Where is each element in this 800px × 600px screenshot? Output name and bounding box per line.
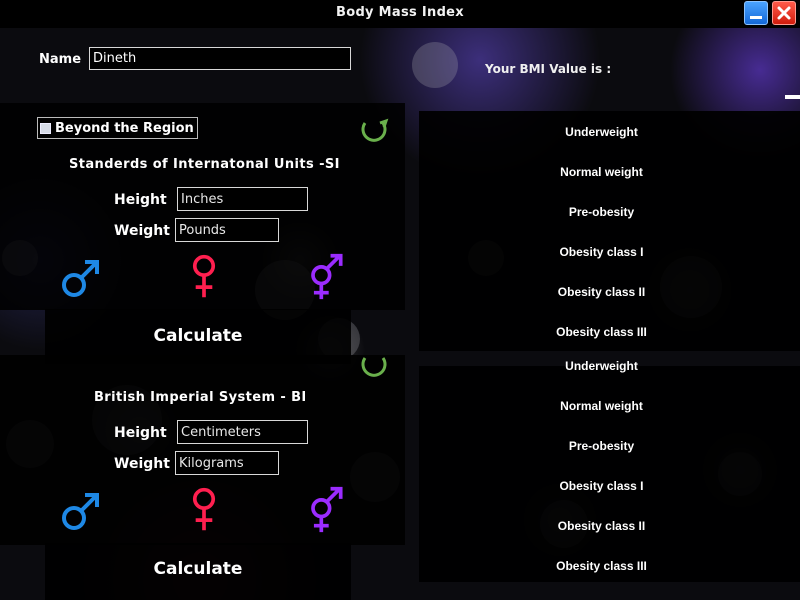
name-label: Name xyxy=(39,52,82,67)
si-system-title: Standerds of Internatonal Units -SI xyxy=(69,157,340,172)
bi-category-underweight: Underweight xyxy=(565,359,638,373)
si-category-pre-obesity: Pre-obesity xyxy=(568,205,635,219)
bi-weight-label: Weight xyxy=(114,456,170,472)
beyond-region-checkbox[interactable]: Beyond the Region xyxy=(37,117,198,139)
bi-category-normal: Normal weight xyxy=(560,399,643,413)
bi-weight-input[interactable] xyxy=(175,451,279,475)
si-category-obesity-2: Obesity class II xyxy=(557,285,646,299)
title-bar: Body Mass Index xyxy=(0,0,800,28)
bi-other-icon[interactable] xyxy=(303,486,347,534)
checkbox-label: Beyond the Region xyxy=(55,120,194,136)
minimize-button[interactable] xyxy=(744,1,768,25)
si-categories-panel: Underweight Normal weight Pre-obesity Ob… xyxy=(419,111,800,351)
si-category-obesity-1: Obesity class I xyxy=(559,245,644,259)
checkbox-box[interactable] xyxy=(40,122,51,134)
si-female-icon[interactable] xyxy=(182,253,226,301)
si-category-obesity-3: Obesity class III xyxy=(556,325,647,339)
si-category-underweight: Underweight xyxy=(565,125,638,139)
si-weight-input[interactable] xyxy=(175,218,279,242)
si-male-icon[interactable] xyxy=(58,255,102,303)
window-title: Body Mass Index xyxy=(336,5,464,20)
bi-female-icon[interactable] xyxy=(182,486,226,534)
close-icon xyxy=(777,6,791,20)
si-category-normal: Normal weight xyxy=(560,165,643,179)
refresh-icon[interactable] xyxy=(359,115,389,145)
bi-height-input[interactable] xyxy=(177,420,308,444)
bi-category-obesity-3: Obesity class III xyxy=(556,559,647,573)
si-other-icon[interactable] xyxy=(303,253,347,301)
bi-category-obesity-2: Obesity class II xyxy=(557,519,646,533)
bmi-result-label: Your BMI Value is : xyxy=(485,62,612,76)
si-height-label: Height xyxy=(114,192,167,208)
bi-category-obesity-1: Obesity class I xyxy=(559,479,644,493)
bi-calculate-button[interactable]: Calculate xyxy=(45,546,351,592)
close-button[interactable] xyxy=(772,1,796,25)
si-calculate-button[interactable]: Calculate xyxy=(45,313,351,359)
bi-system-title: British Imperial System - BI xyxy=(94,390,307,405)
bi-height-label: Height xyxy=(114,425,167,441)
bi-male-icon[interactable] xyxy=(58,488,102,536)
bokeh-circle xyxy=(412,42,458,88)
bi-categories-panel: Underweight Normal weight Pre-obesity Ob… xyxy=(419,359,800,582)
divider xyxy=(785,95,800,99)
name-input[interactable] xyxy=(89,47,351,70)
refresh-icon[interactable] xyxy=(359,350,389,380)
si-weight-label: Weight xyxy=(114,223,170,239)
si-height-input[interactable] xyxy=(177,187,308,211)
bi-category-pre-obesity: Pre-obesity xyxy=(568,439,635,453)
